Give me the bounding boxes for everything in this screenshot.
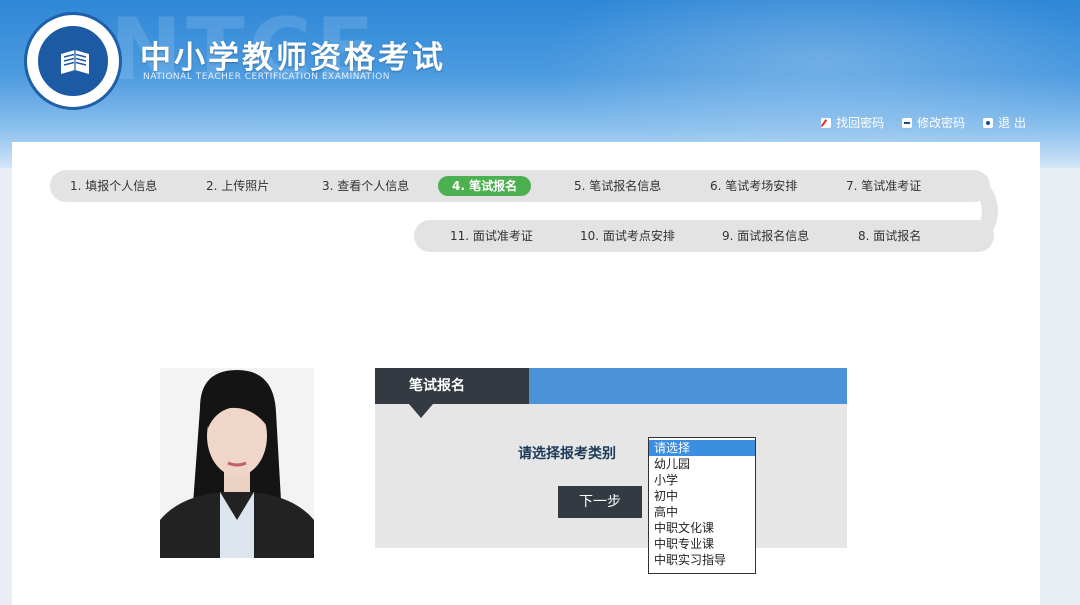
step-4-written-registration[interactable]: 4. 笔试报名 bbox=[438, 176, 532, 196]
step-6-written-exam-arrangement[interactable]: 6. 笔试考场安排 bbox=[710, 176, 797, 196]
logout-label: 退 出 bbox=[998, 116, 1026, 130]
category-option-select[interactable]: 请选择 bbox=[649, 440, 755, 456]
portrait-image bbox=[160, 368, 314, 558]
step-1-personal-info[interactable]: 1. 填报个人信息 bbox=[70, 176, 157, 196]
step-8-interview-registration[interactable]: 8. 面试报名 bbox=[858, 226, 921, 246]
step-7-written-admission-ticket[interactable]: 7. 笔试准考证 bbox=[846, 176, 921, 196]
forgot-password-link[interactable]: 找回密码 bbox=[821, 114, 884, 131]
step-9-interview-registration-info[interactable]: 9. 面试报名信息 bbox=[722, 226, 809, 246]
banner-glow bbox=[540, 0, 1080, 160]
step-progress: 1. 填报个人信息 2. 上传照片 3. 查看个人信息 4. 笔试报名 5. 笔… bbox=[50, 170, 998, 252]
form-tab-written-registration: 笔试报名 bbox=[375, 368, 529, 404]
category-option-vocational-practice[interactable]: 中职实习指导 bbox=[649, 552, 755, 568]
category-option-vocational-culture[interactable]: 中职文化课 bbox=[649, 520, 755, 536]
edit-icon bbox=[821, 117, 832, 128]
step-10-interview-site-arrangement[interactable]: 10. 面试考点安排 bbox=[580, 226, 675, 246]
key-icon bbox=[902, 117, 913, 128]
category-option-vocational-specialty[interactable]: 中职专业课 bbox=[649, 536, 755, 552]
category-option-kindergarten[interactable]: 幼儿园 bbox=[649, 456, 755, 472]
step-5-written-registration-info[interactable]: 5. 笔试报名信息 bbox=[574, 176, 661, 196]
applicant-photo bbox=[160, 368, 314, 558]
registration-form-card: 笔试报名 请选择报考类别 下一步 bbox=[375, 368, 847, 548]
exam-logo bbox=[24, 12, 122, 110]
category-option-primary[interactable]: 小学 bbox=[649, 472, 755, 488]
exam-category-dropdown[interactable]: 请选择 幼儿园 小学 初中 高中 中职文化课 中职专业课 中职实习指导 bbox=[648, 437, 756, 574]
site-subtitle: NATIONAL TEACHER CERTIFICATION EXAMINATI… bbox=[143, 72, 390, 82]
logout-icon bbox=[983, 117, 994, 128]
step-2-upload-photo[interactable]: 2. 上传照片 bbox=[206, 176, 269, 196]
step-11-interview-admission-ticket[interactable]: 11. 面试准考证 bbox=[450, 226, 533, 246]
category-select-label: 请选择报考类别 bbox=[518, 446, 616, 462]
logout-link[interactable]: 退 出 bbox=[983, 114, 1026, 131]
logo-emblem bbox=[36, 24, 110, 98]
forgot-password-label: 找回密码 bbox=[836, 116, 885, 130]
category-option-junior-high[interactable]: 初中 bbox=[649, 488, 755, 504]
tab-pointer-arrow bbox=[409, 404, 433, 418]
change-password-label: 修改密码 bbox=[917, 116, 966, 130]
site-title: 中小学教师资格考试 bbox=[140, 40, 446, 76]
book-icon bbox=[61, 50, 89, 74]
change-password-link[interactable]: 修改密码 bbox=[902, 114, 965, 131]
category-option-senior-high[interactable]: 高中 bbox=[649, 504, 755, 520]
step-3-view-info[interactable]: 3. 查看个人信息 bbox=[322, 176, 409, 196]
top-nav: 找回密码 修改密码 退 出 bbox=[821, 114, 1026, 131]
next-step-button[interactable]: 下一步 bbox=[558, 486, 642, 518]
